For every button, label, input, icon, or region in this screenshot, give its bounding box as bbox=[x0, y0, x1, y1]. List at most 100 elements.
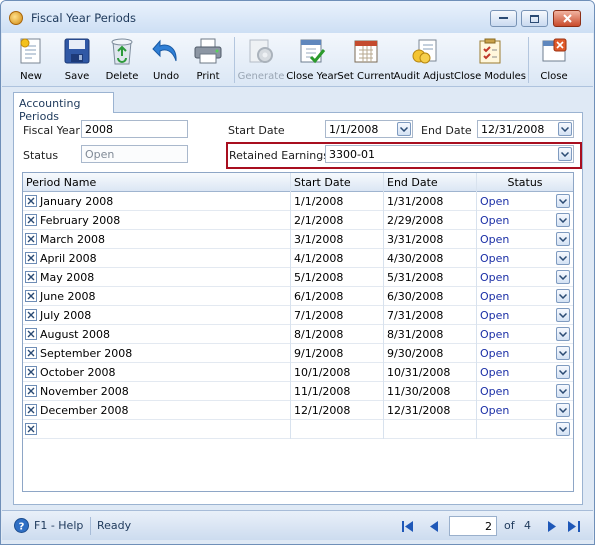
table-row[interactable]: May 2008 5/1/2008 5/31/2008 Open bbox=[23, 268, 573, 287]
undo-button[interactable]: Undo bbox=[145, 35, 187, 85]
audit-adjust-button[interactable]: Audit Adjust bbox=[394, 35, 454, 85]
period-name-cell[interactable]: November 2008 bbox=[23, 382, 291, 401]
chevron-down-icon[interactable] bbox=[556, 327, 570, 341]
end-date-cell[interactable]: 10/31/2008 bbox=[384, 363, 477, 382]
chevron-down-icon[interactable] bbox=[397, 122, 411, 136]
delete-row-icon[interactable] bbox=[25, 347, 37, 359]
retained-earnings-combo[interactable]: 3300-01 bbox=[325, 145, 574, 163]
column-header-period-name[interactable]: Period Name bbox=[23, 173, 291, 192]
end-date-cell[interactable]: 1/31/2008 bbox=[384, 192, 477, 211]
table-row[interactable]: April 2008 4/1/2008 4/30/2008 Open bbox=[23, 249, 573, 268]
table-row[interactable]: January 2008 1/1/2008 1/31/2008 Open bbox=[23, 192, 573, 211]
end-date-cell[interactable]: 11/30/2008 bbox=[384, 382, 477, 401]
end-date-cell[interactable]: 6/30/2008 bbox=[384, 287, 477, 306]
tab-accounting-periods[interactable]: Accounting Periods bbox=[13, 92, 114, 123]
delete-button[interactable]: Delete bbox=[101, 35, 143, 85]
delete-row-icon[interactable] bbox=[25, 252, 37, 264]
page-number-input[interactable] bbox=[449, 516, 497, 536]
chevron-down-icon[interactable] bbox=[556, 308, 570, 322]
chevron-down-icon[interactable] bbox=[556, 403, 570, 417]
set-current-button[interactable]: Set Current bbox=[337, 35, 395, 85]
period-name-cell[interactable]: January 2008 bbox=[23, 192, 291, 211]
table-row[interactable]: September 2008 9/1/2008 9/30/2008 Open bbox=[23, 344, 573, 363]
delete-row-icon[interactable] bbox=[25, 290, 37, 302]
period-name-cell[interactable]: February 2008 bbox=[23, 211, 291, 230]
delete-row-icon[interactable] bbox=[25, 233, 37, 245]
fiscal-year-field[interactable]: 2008 bbox=[81, 120, 188, 138]
period-name-cell[interactable]: March 2008 bbox=[23, 230, 291, 249]
end-date-cell[interactable]: 3/31/2008 bbox=[384, 230, 477, 249]
start-date-cell[interactable]: 5/1/2008 bbox=[291, 268, 384, 287]
end-date-cell[interactable]: 12/31/2008 bbox=[384, 401, 477, 420]
delete-row-icon[interactable] bbox=[25, 385, 37, 397]
period-name-cell[interactable]: October 2008 bbox=[23, 363, 291, 382]
status-cell[interactable]: Open bbox=[477, 325, 573, 344]
period-name-cell[interactable]: July 2008 bbox=[23, 306, 291, 325]
column-header-status[interactable]: Status bbox=[477, 173, 573, 192]
start-date-cell[interactable]: 11/1/2008 bbox=[291, 382, 384, 401]
print-button[interactable]: Print bbox=[187, 35, 229, 85]
column-header-end-date[interactable]: End Date bbox=[384, 173, 477, 192]
period-name-cell[interactable]: September 2008 bbox=[23, 344, 291, 363]
status-cell[interactable]: Open bbox=[477, 363, 573, 382]
chevron-down-icon[interactable] bbox=[556, 213, 570, 227]
previous-page-button[interactable] bbox=[427, 518, 441, 534]
start-date-cell[interactable]: 7/1/2008 bbox=[291, 306, 384, 325]
last-page-button[interactable] bbox=[567, 518, 581, 534]
first-page-button[interactable] bbox=[401, 518, 415, 534]
chevron-down-icon[interactable] bbox=[558, 147, 572, 161]
delete-row-icon[interactable] bbox=[25, 195, 37, 207]
chevron-down-icon[interactable] bbox=[556, 232, 570, 246]
period-name-cell[interactable]: December 2008 bbox=[23, 401, 291, 420]
table-row[interactable]: June 2008 6/1/2008 6/30/2008 Open bbox=[23, 287, 573, 306]
new-button[interactable]: New bbox=[10, 35, 52, 85]
chevron-down-icon[interactable] bbox=[556, 365, 570, 379]
start-date-cell[interactable]: 2/1/2008 bbox=[291, 211, 384, 230]
start-date-cell[interactable]: 4/1/2008 bbox=[291, 249, 384, 268]
start-date-cell[interactable]: 12/1/2008 bbox=[291, 401, 384, 420]
start-date-cell[interactable]: 3/1/2008 bbox=[291, 230, 384, 249]
start-date-picker[interactable]: 1/1/2008 bbox=[325, 120, 413, 138]
period-name-cell[interactable]: April 2008 bbox=[23, 249, 291, 268]
end-date-picker[interactable]: 12/31/2008 bbox=[477, 120, 574, 138]
period-name-cell[interactable]: June 2008 bbox=[23, 287, 291, 306]
next-page-button[interactable] bbox=[545, 518, 559, 534]
start-date-cell[interactable]: 8/1/2008 bbox=[291, 325, 384, 344]
table-row[interactable]: December 2008 12/1/2008 12/31/2008 Open bbox=[23, 401, 573, 420]
close-year-button[interactable]: Close Year bbox=[286, 35, 338, 85]
status-cell[interactable] bbox=[477, 420, 573, 439]
table-row[interactable]: July 2008 7/1/2008 7/31/2008 Open bbox=[23, 306, 573, 325]
end-date-cell[interactable] bbox=[384, 420, 477, 439]
chevron-down-icon[interactable] bbox=[556, 346, 570, 360]
start-date-cell[interactable]: 9/1/2008 bbox=[291, 344, 384, 363]
close-button[interactable]: Close bbox=[533, 35, 575, 85]
save-button[interactable]: Save bbox=[56, 35, 98, 85]
chevron-down-icon[interactable] bbox=[556, 422, 570, 436]
maximize-button[interactable] bbox=[521, 10, 548, 27]
table-row[interactable]: November 2008 11/1/2008 11/30/2008 Open bbox=[23, 382, 573, 401]
chevron-down-icon[interactable] bbox=[556, 289, 570, 303]
delete-row-icon[interactable] bbox=[25, 214, 37, 226]
close-modules-button[interactable]: Close Modules bbox=[454, 35, 526, 85]
status-cell[interactable]: Open bbox=[477, 401, 573, 420]
generate-button[interactable]: Generate bbox=[238, 35, 284, 85]
delete-row-icon[interactable] bbox=[25, 404, 37, 416]
period-name-cell[interactable] bbox=[23, 420, 291, 439]
status-cell[interactable]: Open bbox=[477, 287, 573, 306]
delete-row-icon[interactable] bbox=[25, 366, 37, 378]
start-date-cell[interactable] bbox=[291, 420, 384, 439]
chevron-down-icon[interactable] bbox=[556, 251, 570, 265]
end-date-cell[interactable]: 8/31/2008 bbox=[384, 325, 477, 344]
end-date-cell[interactable]: 7/31/2008 bbox=[384, 306, 477, 325]
table-row[interactable]: February 2008 2/1/2008 2/29/2008 Open bbox=[23, 211, 573, 230]
status-cell[interactable]: Open bbox=[477, 192, 573, 211]
status-cell[interactable]: Open bbox=[477, 230, 573, 249]
table-row[interactable]: August 2008 8/1/2008 8/31/2008 Open bbox=[23, 325, 573, 344]
status-cell[interactable]: Open bbox=[477, 211, 573, 230]
start-date-cell[interactable]: 10/1/2008 bbox=[291, 363, 384, 382]
chevron-down-icon[interactable] bbox=[556, 270, 570, 284]
start-date-cell[interactable]: 1/1/2008 bbox=[291, 192, 384, 211]
period-name-cell[interactable]: August 2008 bbox=[23, 325, 291, 344]
period-name-cell[interactable]: May 2008 bbox=[23, 268, 291, 287]
start-date-cell[interactable]: 6/1/2008 bbox=[291, 287, 384, 306]
